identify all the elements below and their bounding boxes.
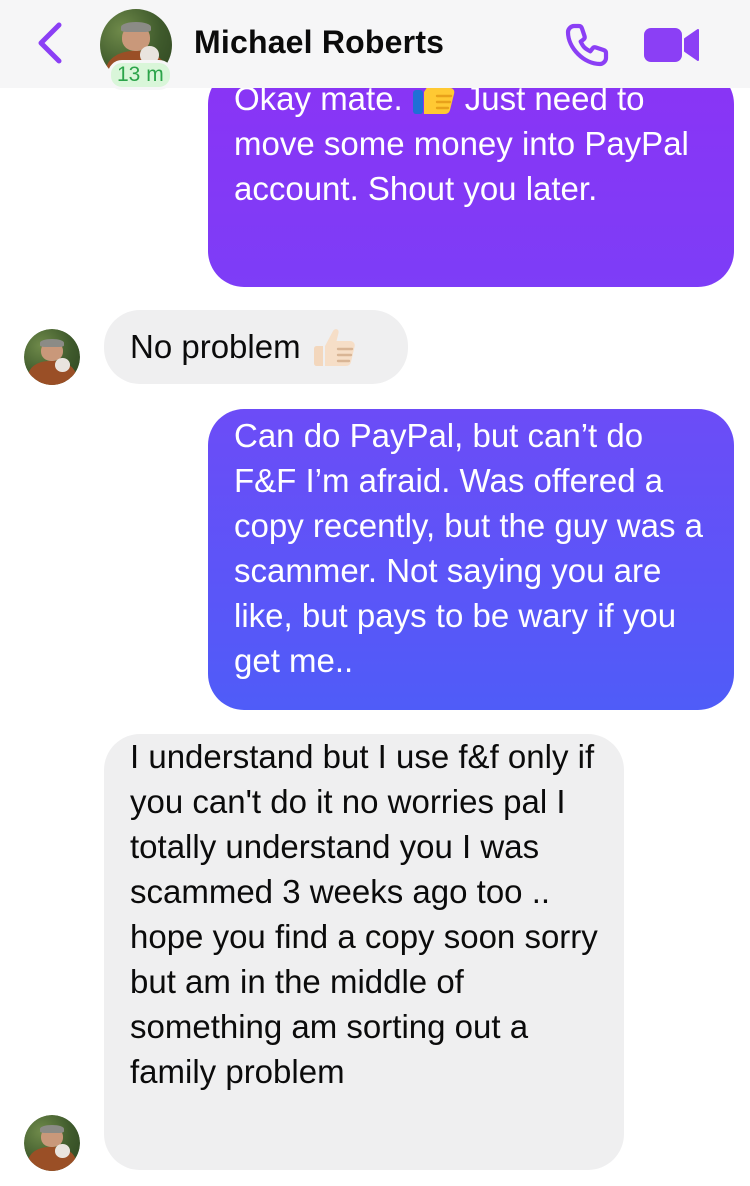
video-call-button[interactable] xyxy=(644,26,700,64)
message-text: I understand but I use f&f only if you c… xyxy=(130,738,607,1090)
avatar-photo xyxy=(24,329,80,385)
message-bubble-outgoing[interactable]: Okay mate. Just need to move some money … xyxy=(208,68,734,287)
message-text: No problem xyxy=(130,328,301,365)
sender-avatar[interactable] xyxy=(24,1115,80,1171)
avatar-photo xyxy=(24,1115,80,1171)
message-text: Can do PayPal, but can’t do F&F I’m afra… xyxy=(234,417,713,679)
chat-screen: 13 m Michael Roberts Okay mate. Just nee… xyxy=(0,0,750,1186)
message-bubble-outgoing[interactable]: Can do PayPal, but can’t do F&F I’m afra… xyxy=(208,409,734,710)
contact-name[interactable]: Michael Roberts xyxy=(194,24,444,61)
chevron-left-icon xyxy=(38,22,62,64)
sender-avatar[interactable] xyxy=(24,329,80,385)
phone-icon xyxy=(565,23,609,67)
video-camera-icon xyxy=(644,28,699,62)
message-bubble-incoming[interactable]: I understand but I use f&f only if you c… xyxy=(104,734,624,1170)
chat-header: 13 m Michael Roberts xyxy=(0,0,750,90)
thumbs-up-light-emoji-icon xyxy=(313,329,355,366)
active-status-badge: 13 m xyxy=(108,60,173,90)
call-button[interactable] xyxy=(562,22,610,70)
message-bubble-incoming[interactable]: No problem xyxy=(104,310,408,384)
back-button[interactable] xyxy=(30,20,70,66)
contact-avatar[interactable]: 13 m xyxy=(100,9,173,90)
